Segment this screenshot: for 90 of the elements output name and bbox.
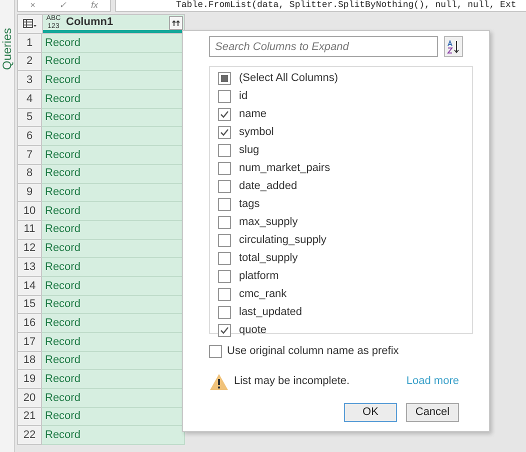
table-cell: Record [42,276,185,296]
column-option[interactable]: date_added [239,178,298,194]
row-number: 14 [17,276,42,296]
table-cell: Record [42,314,185,333]
row-number: 13 [17,258,42,277]
sort-icon[interactable] [444,36,463,57]
row-number: 3 [17,71,42,90]
column-option[interactable]: cmc_rank [239,286,287,302]
row-number: 6 [17,127,42,146]
formula-button[interactable]: × [30,1,36,10]
row-number: 8 [17,164,42,184]
table-cell: Record [42,296,185,314]
checkbox[interactable] [218,162,231,174]
table-cell: Record [42,127,185,146]
formula-text: Table.FromList(data, Splitter.SplitByNothing(), null, null, Ext [176,1,516,10]
column-option[interactable]: symbol [239,124,274,140]
table-cell: Record [42,146,185,165]
row-number: 15 [17,296,42,314]
row-number: 10 [17,202,42,221]
row-number: 1 [17,34,42,53]
table-cell: Record [42,184,185,202]
table-cell: Record [42,164,185,184]
checkbox[interactable] [218,306,231,318]
table-menu-icon[interactable] [18,15,43,33]
checkbox[interactable] [218,288,231,300]
table-cell: Record [42,202,185,221]
column-title: Column1 [66,15,114,30]
warning-text: List may be incomplete. [234,374,350,390]
table-cell: Record [42,90,185,109]
column-option[interactable]: quote [239,322,267,338]
checkbox[interactable] [218,126,231,138]
checkbox[interactable] [218,270,231,282]
table-cell: Record [42,389,185,408]
checkbox[interactable] [218,90,231,102]
row-number: 2 [17,52,42,72]
checkbox[interactable] [218,144,231,156]
row-number: 22 [17,426,42,446]
row-number: 20 [17,389,42,408]
ok-button[interactable]: OK [344,402,397,422]
table-cell: Record [42,34,185,53]
checkbox[interactable] [218,252,231,264]
column-option[interactable]: tags [239,196,260,212]
expand-icon[interactable] [169,16,183,30]
row-number: 4 [17,90,42,109]
column-option[interactable]: last_updated [239,304,302,320]
formula-button[interactable]: fx [91,1,98,10]
row-number: 9 [17,184,42,202]
table-cell: Record [42,352,185,370]
row-number: 17 [17,333,42,352]
table-cell: Record [42,52,185,72]
table-cell: Record [42,333,185,352]
table-cell: Record [42,408,185,426]
row-number: 21 [17,408,42,426]
column-option[interactable]: platform [239,268,279,284]
table-cell: Record [42,220,185,240]
formula-button[interactable]: ✓ [59,1,68,10]
row-number: 7 [17,146,42,165]
row-number: 19 [17,370,42,390]
row-number: 18 [17,352,42,370]
table-cell: Record [42,240,185,258]
prefix-label[interactable]: Use original column name as prefix [227,343,399,360]
table-cell: Record [42,426,185,446]
column-option[interactable]: num_market_pairs [239,160,330,176]
column-option[interactable]: slug [239,142,260,158]
column-option[interactable]: name [239,106,267,122]
column-option[interactable]: max_supply [239,214,298,230]
table-cell: Record [42,71,185,90]
checkbox[interactable] [218,198,231,210]
checkbox[interactable] [209,344,222,358]
cancel-button[interactable]: Cancel [406,402,459,422]
select-all-label[interactable]: (Select All Columns) [239,70,338,86]
column-option[interactable]: id [239,88,248,104]
column-option[interactable]: circulating_supply [239,232,326,248]
checkbox[interactable] [218,108,231,120]
checkbox[interactable] [218,72,231,84]
search-field[interactable]: Search Columns to Expand [209,36,438,57]
row-number: 12 [17,240,42,258]
row-number: 11 [17,220,42,240]
row-number: 5 [17,108,42,128]
table-cell: Record [42,370,185,390]
table-cell: Record [42,258,185,277]
checkbox[interactable] [218,234,231,246]
checkbox[interactable] [218,324,231,336]
column-option[interactable]: total_supply [239,250,298,266]
checkbox[interactable] [218,180,231,192]
checkbox[interactable] [218,216,231,228]
row-number: 16 [17,314,42,333]
warning-icon [209,372,229,390]
queries-label[interactable]: Queries [0,28,16,70]
table-cell: Record [42,108,185,128]
